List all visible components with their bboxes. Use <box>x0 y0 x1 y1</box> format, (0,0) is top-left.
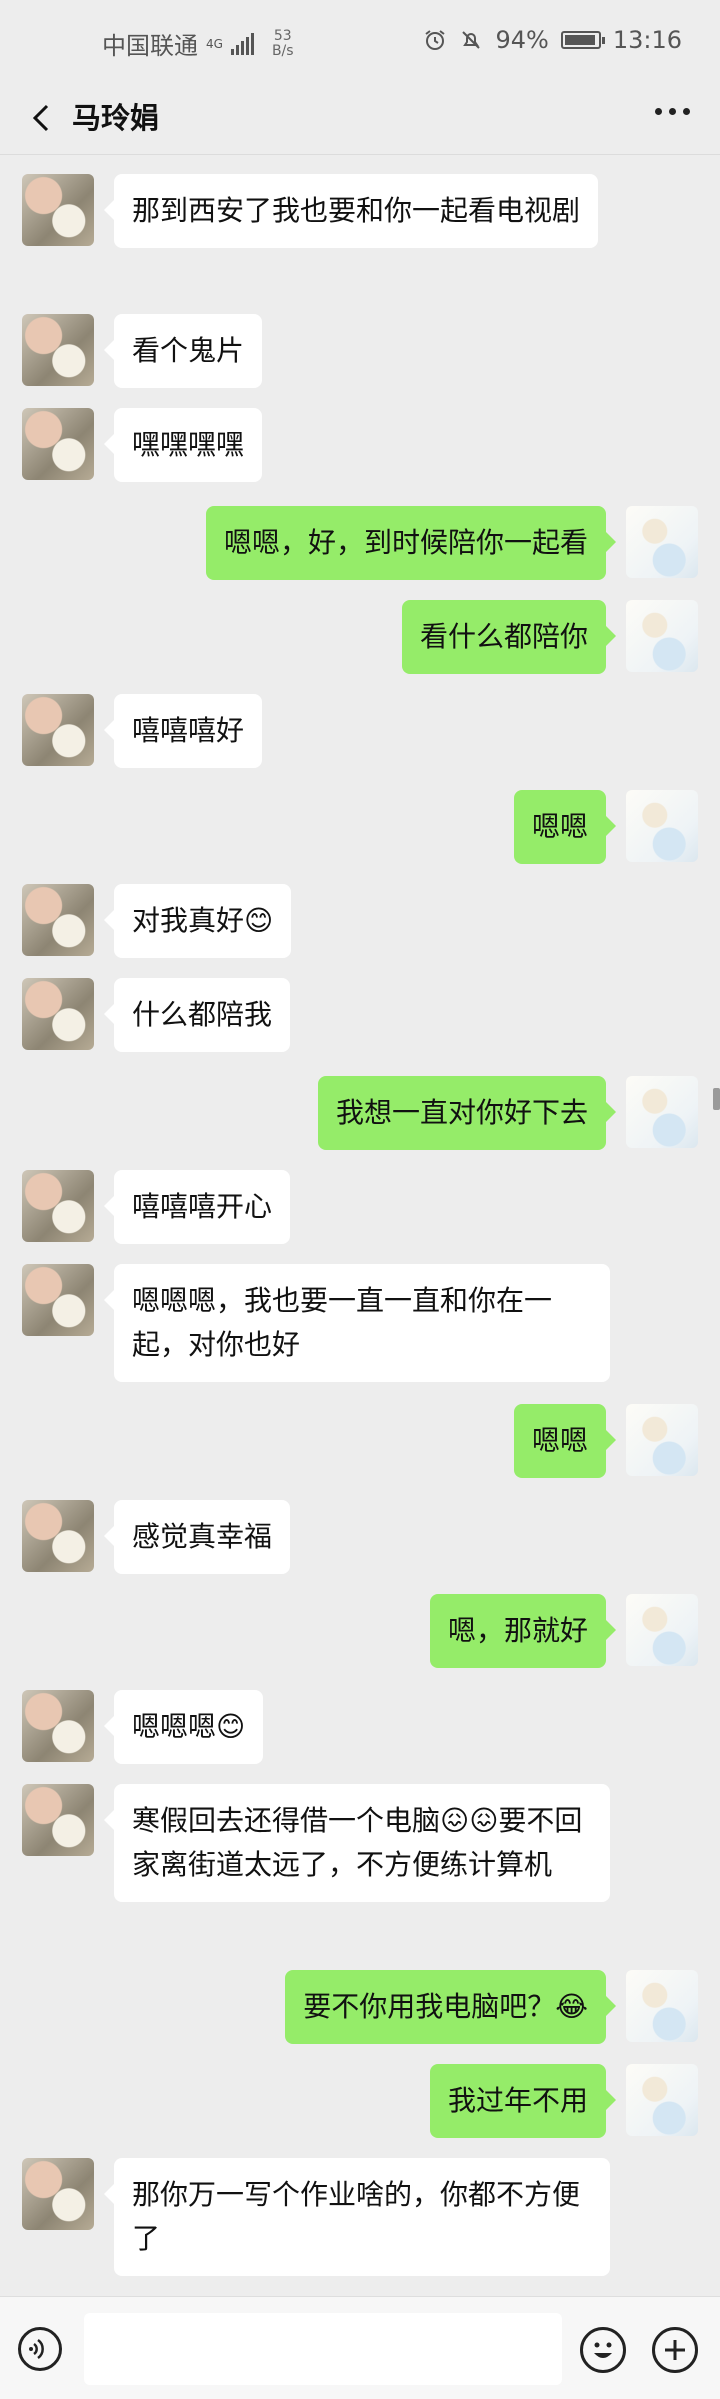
more-dots-icon[interactable] <box>655 108 690 115</box>
status-left: 中国联通 4G 53 B/s <box>102 26 294 61</box>
emoji-icon <box>594 2342 612 2358</box>
net-speed-unit: B/s <box>271 42 294 59</box>
status-bar: 中国联通 4G 53 B/s 94% 13:16 <box>0 0 720 82</box>
contact-avatar[interactable] <box>22 408 94 480</box>
message-list[interactable]: 那到西安了我也要和你一起看电视剧 看个鬼片嘿嘿嘿嘿嗯嗯，好，到时候陪你一起看看什么… <box>0 154 720 2296</box>
contact-avatar[interactable] <box>22 1784 94 1856</box>
received-message-bubble[interactable]: 对我真好😊 <box>103 884 292 958</box>
my-avatar[interactable] <box>626 1594 698 1666</box>
received-message-bubble[interactable]: 看个鬼片 <box>103 314 263 388</box>
sent-message-bubble[interactable]: 嗯，那就好 <box>429 1594 617 1668</box>
contact-avatar[interactable] <box>22 694 94 766</box>
alarm-icon <box>425 30 446 50</box>
network-type: 4G <box>206 36 223 51</box>
voice-icon <box>29 2338 44 2360</box>
contact-avatar[interactable] <box>22 1690 94 1762</box>
sent-message-bubble[interactable]: 嗯嗯 <box>513 1404 617 1478</box>
received-message-bubble[interactable]: 嘻嘻嘻开心 <box>103 1170 291 1244</box>
my-avatar[interactable] <box>626 1404 698 1476</box>
received-message-bubble[interactable]: 那到西安了我也要和你一起看电视剧 <box>103 174 599 248</box>
contact-avatar[interactable] <box>22 884 94 956</box>
battery-percent: 94% <box>495 26 549 54</box>
received-message-bubble[interactable]: 感觉真幸福 <box>103 1500 291 1574</box>
clock-time: 13:16 <box>612 26 682 54</box>
my-avatar[interactable] <box>626 600 698 672</box>
sent-message-bubble[interactable]: 看什么都陪你 <box>401 600 617 674</box>
my-avatar[interactable] <box>626 1970 698 2042</box>
my-avatar[interactable] <box>626 1076 698 1148</box>
chat-header: 马玲娟 <box>0 82 720 155</box>
voice-button[interactable] <box>18 2327 62 2371</box>
received-message-bubble[interactable]: 嗯嗯嗯，我也要一直一直和你在一起，对你也好 <box>104 1264 610 1382</box>
sent-message-bubble[interactable]: 嗯嗯 <box>513 790 617 864</box>
plus-icon <box>665 2340 685 2360</box>
mute-bell-icon <box>462 31 481 49</box>
signal-icon <box>230 32 254 55</box>
contact-avatar[interactable] <box>22 2158 94 2230</box>
my-avatar[interactable] <box>626 506 698 578</box>
sent-message-bubble[interactable]: 我想一直对你好下去 <box>317 1076 617 1150</box>
received-message-bubble[interactable]: 那你万一写个作业啥的，你都不方便了 <box>104 2158 610 2276</box>
received-message-bubble[interactable]: 嗯嗯嗯😊 <box>103 1690 264 1764</box>
emoji-button[interactable] <box>580 2327 626 2373</box>
message-input[interactable] <box>84 2313 562 2385</box>
sent-message-bubble[interactable]: 要不你用我电脑吧？😂 <box>285 1970 616 2044</box>
sent-message-bubble[interactable]: 嗯嗯，好，到时候陪你一起看 <box>205 506 617 580</box>
contact-avatar[interactable] <box>22 1264 94 1336</box>
received-message-bubble[interactable]: 寒假回去还得借一个电脑😖😖要不回家离街道太远了，不方便练计算机 <box>104 1784 610 1902</box>
chat-title: 马玲娟 <box>72 101 160 135</box>
my-avatar[interactable] <box>626 790 698 862</box>
scroll-thumb[interactable] <box>713 1088 720 1110</box>
net-speed-value: 53 <box>273 27 292 44</box>
input-bar <box>0 2296 720 2399</box>
received-message-bubble[interactable]: 什么都陪我 <box>103 978 291 1052</box>
received-message-bubble[interactable]: 嘻嘻嘻好 <box>103 694 263 768</box>
received-message-bubble[interactable]: 嘿嘿嘿嘿 <box>103 408 263 482</box>
add-button[interactable] <box>652 2327 698 2373</box>
my-avatar[interactable] <box>626 2064 698 2136</box>
battery-icon <box>560 31 605 49</box>
chevron-left-icon[interactable] <box>22 98 62 138</box>
carrier-name: 中国联通 <box>102 32 198 60</box>
contact-avatar[interactable] <box>22 1500 94 1572</box>
status-right: 94% 13:16 <box>423 26 682 54</box>
contact-avatar[interactable] <box>22 978 94 1050</box>
net-speed: 53 B/s <box>271 27 294 59</box>
contact-avatar[interactable] <box>22 314 94 386</box>
contact-avatar[interactable] <box>22 174 94 246</box>
contact-avatar[interactable] <box>22 1170 94 1242</box>
sent-message-bubble[interactable]: 我过年不用 <box>429 2064 617 2138</box>
